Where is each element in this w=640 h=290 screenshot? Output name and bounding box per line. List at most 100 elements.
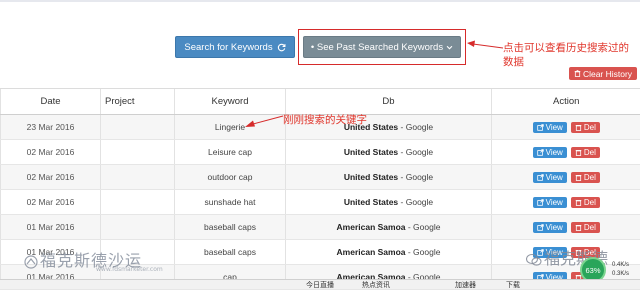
clear-history-label: Clear History: [583, 69, 632, 79]
db-cell: United States - Google: [286, 165, 492, 190]
taskbar-item-accelerator[interactable]: 加速器: [455, 280, 476, 290]
date-cell: 02 Mar 2016: [1, 165, 101, 190]
table-row: 02 Mar 2016 Leisure cap United States - …: [1, 140, 640, 165]
view-button[interactable]: View: [533, 147, 567, 158]
view-button[interactable]: View: [533, 172, 567, 183]
db-engine: - Google: [406, 247, 441, 257]
delete-button[interactable]: Del: [571, 172, 600, 183]
delete-button[interactable]: Del: [571, 122, 600, 133]
db-country: United States: [344, 147, 398, 157]
search-keywords-button[interactable]: Search for Keywords: [175, 36, 295, 58]
keyword-cell: baseball caps: [175, 240, 286, 265]
db-cell: United States - Google: [286, 190, 492, 215]
db-country: American Samoa: [337, 247, 406, 257]
trash-icon: [575, 124, 582, 131]
db-country: United States: [344, 197, 398, 207]
keyword-cell: Leisure cap: [175, 140, 286, 165]
date-cell: 23 Mar 2016: [1, 115, 101, 140]
col-db-header: Db: [286, 89, 492, 115]
external-link-icon: [537, 149, 544, 156]
view-label: View: [546, 173, 563, 182]
delete-label: Del: [584, 198, 596, 207]
db-engine: - Google: [398, 197, 433, 207]
col-action-header: Action: [492, 89, 640, 115]
external-link-icon: [537, 174, 544, 181]
table-row: 02 Mar 2016 sunshade hat United States -…: [1, 190, 640, 215]
past-search-annotation: 点击可以查看历史搜索过的数据: [503, 41, 638, 69]
view-label: View: [546, 148, 563, 157]
table-row: 01 Mar 2016 baseball caps American Samoa…: [1, 215, 640, 240]
view-button[interactable]: View: [533, 197, 567, 208]
taskbar-item-download[interactable]: 下载: [506, 280, 520, 290]
annotation-arrow-icon: [243, 113, 285, 129]
view-label: View: [546, 223, 563, 232]
table-header-row: Date Project Keyword Db Action: [1, 89, 640, 115]
chevron-down-icon: [446, 44, 453, 51]
trash-icon: [574, 70, 581, 77]
taskbar-item-live[interactable]: 今日直播: [306, 280, 334, 290]
see-past-keywords-label: • See Past Searched Keywords: [311, 42, 443, 53]
delete-label: Del: [584, 223, 596, 232]
watermark-logo-icon: [24, 255, 38, 269]
view-button[interactable]: View: [533, 122, 567, 133]
external-link-icon: [537, 199, 544, 206]
action-cell: View Del: [492, 215, 640, 240]
annotation-arrow-icon: [465, 38, 505, 54]
db-engine: - Google: [398, 122, 433, 132]
trash-icon: [575, 174, 582, 181]
delete-label: Del: [584, 148, 596, 157]
external-link-icon: [537, 224, 544, 231]
date-cell: 02 Mar 2016: [1, 190, 101, 215]
db-country: United States: [344, 172, 398, 182]
view-button[interactable]: View: [533, 222, 567, 233]
see-past-keywords-button[interactable]: • See Past Searched Keywords: [303, 36, 461, 58]
keyword-cell: sunshade hat: [175, 190, 286, 215]
speed-down: 0.3K/s: [612, 270, 629, 279]
keyword-cell: baseball caps: [175, 215, 286, 240]
col-project-header: Project: [101, 89, 175, 115]
table-row: 02 Mar 2016 outdoor cap United States - …: [1, 165, 640, 190]
delete-button[interactable]: Del: [571, 197, 600, 208]
db-cell: American Samoa - Google: [286, 240, 492, 265]
db-country: American Samoa: [337, 222, 406, 232]
db-engine: - Google: [406, 222, 441, 232]
trash-icon: [575, 199, 582, 206]
action-cell: View Del: [492, 140, 640, 165]
view-label: View: [546, 123, 563, 132]
col-date-header: Date: [1, 89, 101, 115]
db-engine: - Google: [398, 147, 433, 157]
wechat-icon: [526, 253, 542, 267]
network-speed: 0.4K/s 0.3K/s: [612, 261, 629, 279]
db-cell: American Samoa - Google: [286, 215, 492, 240]
date-cell: 02 Mar 2016: [1, 140, 101, 165]
project-cell: [101, 190, 175, 215]
top-divider: [0, 0, 640, 2]
trash-icon: [575, 224, 582, 231]
date-cell: 01 Mar 2016: [1, 215, 101, 240]
project-cell: [101, 215, 175, 240]
project-cell: [101, 115, 175, 140]
watermark-left-sub: www.fdsmarketer.com: [96, 266, 163, 273]
db-cell: United States - Google: [286, 140, 492, 165]
action-cell: View Del: [492, 165, 640, 190]
speed-up: 0.4K/s: [612, 261, 629, 270]
action-cell: View Del: [492, 115, 640, 140]
project-cell: [101, 165, 175, 190]
delete-button[interactable]: Del: [571, 147, 600, 158]
delete-button[interactable]: Del: [571, 222, 600, 233]
col-keyword-header: Keyword: [175, 89, 286, 115]
delete-label: Del: [584, 123, 596, 132]
taskbar-item-news[interactable]: 热点资讯: [362, 280, 390, 290]
keyword-annotation: 刚刚搜索的关键字: [283, 112, 367, 127]
search-keywords-label: Search for Keywords: [184, 42, 272, 53]
project-cell: [101, 140, 175, 165]
db-engine: - Google: [398, 172, 433, 182]
keyword-cell: outdoor cap: [175, 165, 286, 190]
clear-history-button[interactable]: Clear History: [569, 67, 637, 80]
external-link-icon: [537, 124, 544, 131]
action-cell: View Del: [492, 190, 640, 215]
view-label: View: [546, 198, 563, 207]
trash-icon: [575, 149, 582, 156]
delete-label: Del: [584, 173, 596, 182]
refresh-icon: [277, 43, 286, 52]
